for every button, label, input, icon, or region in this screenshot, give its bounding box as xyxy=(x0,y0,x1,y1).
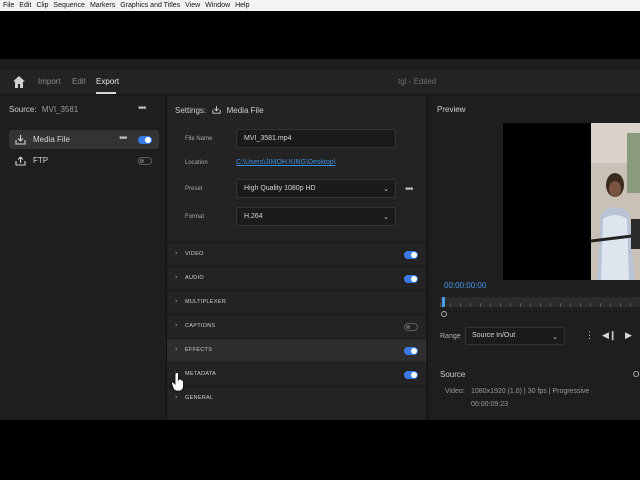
video-toggle[interactable] xyxy=(404,251,418,259)
section-video[interactable]: › VIDEO xyxy=(167,242,426,266)
preset-more-icon[interactable]: ••• xyxy=(405,185,413,195)
source-title: Source: MVI_3581 xyxy=(9,105,78,114)
section-captions[interactable]: › CAPTIONS xyxy=(167,314,426,338)
destination-ftp[interactable]: FTP xyxy=(9,151,159,170)
source-info-trailing: O xyxy=(633,370,640,379)
range-value: Source In/Out xyxy=(472,332,516,339)
project-status: - Edited xyxy=(408,77,437,86)
section-multiplexer[interactable]: › MULTIPLEXER xyxy=(167,290,426,314)
section-label: AUDIO xyxy=(185,275,204,281)
menu-file[interactable]: File xyxy=(3,2,14,9)
chevron-right-icon: › xyxy=(175,274,178,281)
section-general[interactable]: › GENERAL xyxy=(167,386,426,410)
format-select[interactable]: H.264 ⌄ xyxy=(236,207,396,226)
chevron-right-icon: › xyxy=(175,250,178,257)
video-thumbnail-image xyxy=(591,123,640,280)
source-panel: Source: MVI_3581 ••• Media File ••• FTP xyxy=(0,96,166,420)
tab-edit[interactable]: Edit xyxy=(72,77,86,86)
menu-help[interactable]: Help xyxy=(235,2,249,9)
active-tab-indicator xyxy=(96,92,116,94)
upload-icon xyxy=(15,156,26,166)
project-title: tgl - Edited xyxy=(398,77,436,86)
timeline-ticks xyxy=(440,303,640,307)
preview-panel: Preview 00:00:00:00 Range Source In/Out … xyxy=(428,96,640,420)
menu-sequence[interactable]: Sequence xyxy=(53,2,85,9)
chevron-right-icon: › xyxy=(175,394,178,401)
section-label: VIDEO xyxy=(185,251,204,257)
video-duration: 00:00:09:23 xyxy=(471,401,508,408)
menu-window[interactable]: Window xyxy=(205,2,230,9)
menu-bar: File Edit Clip Sequence Markers Graphics… xyxy=(0,0,640,11)
ftp-toggle[interactable] xyxy=(138,157,152,165)
tab-export[interactable]: Export xyxy=(96,77,119,86)
settings-title: Settings: Media File xyxy=(175,105,264,115)
project-name: tgl xyxy=(398,77,407,86)
destination-media-file[interactable]: Media File ••• xyxy=(9,130,159,149)
menu-edit[interactable]: Edit xyxy=(19,2,31,9)
metadata-toggle[interactable] xyxy=(404,371,418,379)
chevron-right-icon: › xyxy=(175,322,178,329)
destination-label: Media File xyxy=(33,135,70,144)
home-icon[interactable] xyxy=(12,75,26,89)
section-label: EFFECTS xyxy=(185,347,213,353)
in-point-handle[interactable] xyxy=(441,311,447,317)
video-info: 1080x1920 (1.0) | 30 fps | Progressive xyxy=(471,388,590,395)
preset-value: High Quality 1080p HD xyxy=(244,185,316,192)
menu-graphics-and-titles[interactable]: Graphics and Titles xyxy=(120,2,180,9)
section-effects[interactable]: › EFFECTS xyxy=(167,338,426,362)
preview-title: Preview xyxy=(437,105,466,114)
location-link[interactable]: C:\Users\JIMOH KING\Desktop\ xyxy=(236,159,336,166)
export-icon xyxy=(212,105,222,114)
menu-markers[interactable]: Markers xyxy=(90,2,115,9)
tab-import[interactable]: Import xyxy=(38,77,61,86)
section-metadata[interactable]: › METADATA xyxy=(167,362,426,386)
section-label: METADATA xyxy=(185,371,217,377)
location-label: Location xyxy=(185,160,208,166)
menu-clip[interactable]: Clip xyxy=(36,2,48,9)
range-select[interactable]: Source In/Out ⌄ xyxy=(465,327,565,345)
preset-select[interactable]: High Quality 1080p HD ⌄ xyxy=(236,179,396,198)
destination-label: FTP xyxy=(33,156,49,165)
settings-label: Settings: xyxy=(175,106,207,115)
hand-cursor-icon xyxy=(171,372,184,392)
settings-destination: Media File xyxy=(226,106,264,115)
preview-video-frame xyxy=(591,123,640,280)
app-screen: Import Edit Export tgl - Edited Source: … xyxy=(0,59,640,420)
source-more-icon[interactable]: ••• xyxy=(138,104,146,114)
preview-letterbox xyxy=(503,123,591,280)
media-file-toggle[interactable] xyxy=(138,136,152,144)
file-name-label: File Name xyxy=(185,136,213,142)
header-bar: Import Edit Export tgl - Edited xyxy=(0,70,640,95)
chevron-right-icon: › xyxy=(175,346,178,353)
source-name: MVI_3581 xyxy=(41,105,79,114)
chevron-down-icon: ⌄ xyxy=(383,186,389,193)
section-label: MULTIPLEXER xyxy=(185,299,227,305)
menu-view[interactable]: View xyxy=(185,2,200,9)
video-label: Video: xyxy=(445,388,465,395)
export-icon xyxy=(15,135,26,145)
timecode: 00:00:00:00 xyxy=(444,281,487,290)
format-value: H.264 xyxy=(244,213,263,220)
chevron-down-icon: ⌄ xyxy=(552,334,558,341)
section-label: GENERAL xyxy=(185,395,214,401)
section-audio[interactable]: › AUDIO xyxy=(167,266,426,290)
play-icon[interactable]: ▶ xyxy=(625,330,632,341)
source-label: Source: xyxy=(9,105,37,114)
audio-toggle[interactable] xyxy=(404,275,418,283)
playhead[interactable] xyxy=(442,297,445,307)
preset-label: Preset xyxy=(185,186,203,192)
set-in-out-icon[interactable]: ⋮ xyxy=(585,330,594,341)
settings-panel: Settings: Media File File Name MVI_3581.… xyxy=(167,96,426,420)
source-info-title: Source xyxy=(440,370,466,379)
chevron-down-icon: ⌄ xyxy=(383,214,389,221)
step-back-icon[interactable]: ◀❙ xyxy=(602,330,616,341)
section-label: CAPTIONS xyxy=(185,323,216,329)
file-name-input[interactable]: MVI_3581.mp4 xyxy=(236,129,396,148)
destination-more-icon[interactable]: ••• xyxy=(119,134,127,144)
chevron-right-icon: › xyxy=(175,298,178,305)
captions-toggle[interactable] xyxy=(404,323,418,331)
format-label: Format xyxy=(185,214,205,220)
effects-toggle[interactable] xyxy=(404,347,418,355)
range-label: Range xyxy=(440,333,461,340)
